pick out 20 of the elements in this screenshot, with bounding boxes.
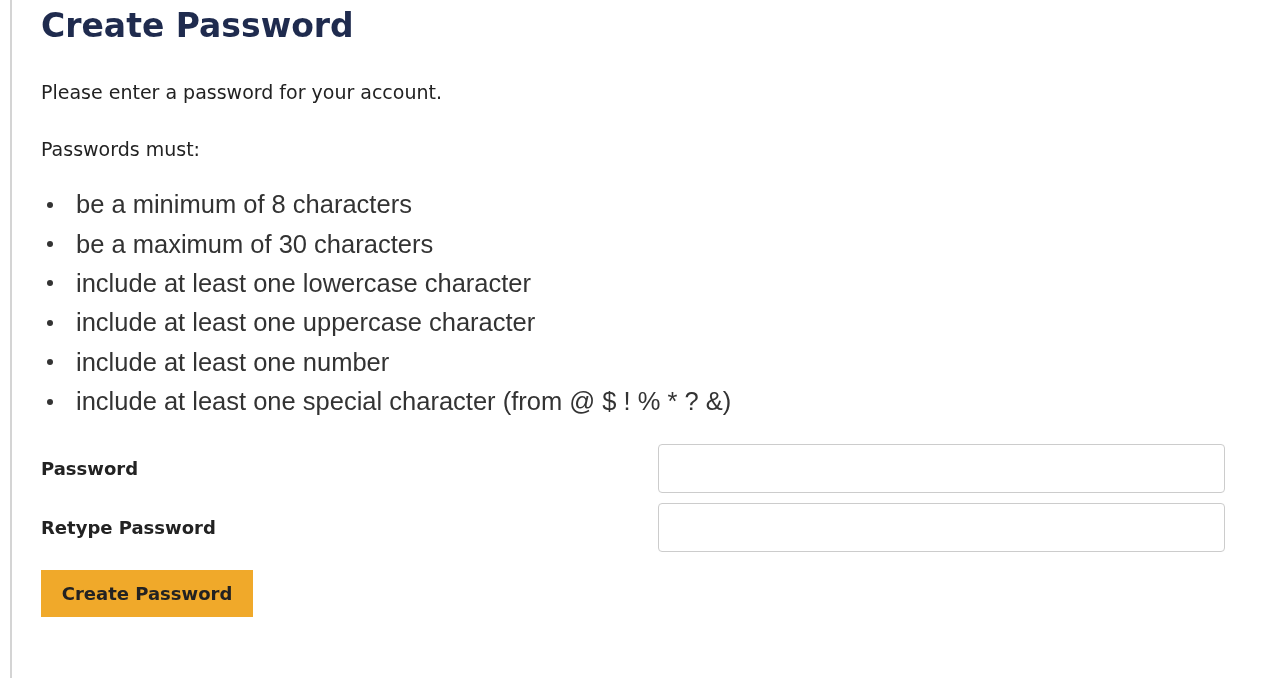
- field-label: Password: [41, 458, 139, 480]
- rule-text: include at least one uppercase character: [76, 308, 536, 338]
- password-field[interactable]: [658, 444, 1225, 494]
- bullet-icon: [47, 359, 53, 366]
- rules-heading: Passwords must:: [41, 137, 200, 161]
- field-label: Retype Password: [41, 517, 216, 539]
- bullet-icon: [47, 241, 53, 248]
- bullet-icon: [47, 398, 53, 405]
- password-field[interactable]: [658, 503, 1225, 553]
- intro-text: Please enter a password for your account.: [41, 80, 442, 104]
- bullet-icon: [47, 280, 53, 287]
- rule-text: include at least one lowercase character: [76, 268, 531, 298]
- create-password-button[interactable]: Create Password: [41, 570, 253, 618]
- rule-text: include at least one number: [76, 347, 390, 377]
- bullet-icon: [47, 201, 53, 208]
- rule-text: be a maximum of 30 characters: [76, 229, 434, 259]
- bullet-icon: [47, 319, 53, 326]
- rule-text: be a minimum of 8 characters: [76, 190, 412, 220]
- page-title: Create Password: [41, 6, 354, 46]
- rule-text: include at least one special character (from @ $ ! % * ? &): [76, 387, 732, 417]
